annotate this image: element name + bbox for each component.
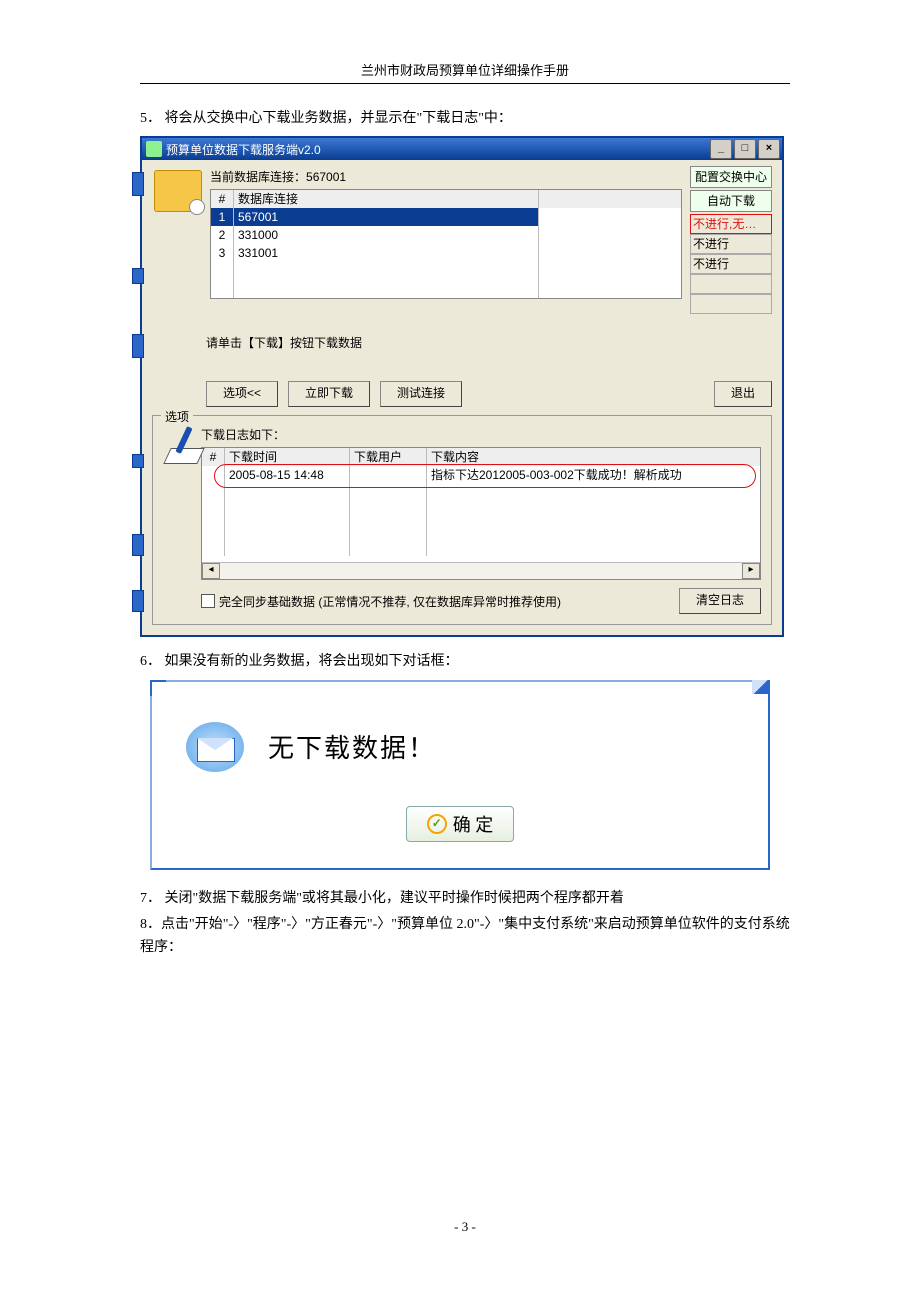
folder-icon	[154, 170, 202, 212]
groupbox-legend: 选项	[161, 408, 193, 425]
mail-icon	[186, 722, 244, 772]
prompt-text: 请单击【下载】按钮下载数据	[206, 334, 772, 351]
maximize-button[interactable]: □	[734, 139, 756, 159]
full-sync-checkbox[interactable]	[201, 594, 215, 608]
options-groupbox: 选项 下载日志如下： # 下载时间 下载用户 下载内容	[152, 415, 772, 625]
horizontal-scrollbar[interactable]: ◂ ▸	[202, 562, 760, 579]
list-item-7: 7． 关闭"数据下载服务端"或将其最小化，建议平时操作时候把两个程序都开着	[140, 888, 790, 910]
scroll-right-icon[interactable]: ▸	[742, 563, 760, 579]
edge-fragment	[132, 172, 144, 196]
minimize-button[interactable]: _	[710, 139, 732, 159]
log-icon	[163, 426, 193, 466]
clear-log-button[interactable]: 清空日志	[679, 588, 761, 614]
edge-fragment	[132, 454, 144, 468]
scroll-left-icon[interactable]: ◂	[202, 563, 220, 579]
edge-fragment	[132, 590, 144, 612]
log-title: 下载日志如下：	[201, 426, 761, 443]
app-window: 预算单位数据下载服务端v2.0 _ □ × 当前数据库连接：567001 # 数	[140, 136, 784, 637]
document-header: 兰州市财政局预算单位详细操作手册	[140, 60, 790, 84]
col-header-db: 数据库连接	[234, 190, 539, 208]
dialog-message: 无下载数据！	[268, 728, 436, 765]
log-table[interactable]: # 下载时间 下载用户 下载内容 2005-08-15 14:48	[201, 447, 761, 580]
ok-button-label: 确 定	[453, 811, 494, 837]
page-number: - 3 -	[140, 1219, 790, 1235]
auto-download-cell[interactable]: 不进行,无…	[690, 214, 772, 234]
configure-exchange-button[interactable]: 配置交换中心	[690, 166, 772, 188]
app-icon	[146, 141, 162, 157]
col-header-content: 下载内容	[427, 448, 760, 466]
dialog-corner-icon	[150, 680, 166, 696]
exit-button[interactable]: 退出	[714, 381, 772, 407]
col-header-time: 下载时间	[225, 448, 350, 466]
options-button[interactable]: 选项<<	[206, 381, 278, 407]
current-connection-label: 当前数据库连接：567001	[210, 168, 682, 185]
window-title: 预算单位数据下载服务端v2.0	[166, 141, 710, 158]
col-header-num: #	[202, 448, 225, 466]
table-row[interactable]: 2 331000	[211, 226, 681, 244]
table-row[interactable]: 1 567001	[211, 208, 681, 226]
download-now-button[interactable]: 立即下载	[288, 381, 370, 407]
list-item-6: 6． 如果没有新的业务数据，将会出现如下对话框：	[140, 651, 790, 673]
edge-fragment	[132, 268, 144, 284]
full-sync-label: 完全同步基础数据 (正常情况不推荐, 仅在数据库异常时推荐使用)	[219, 593, 561, 610]
ok-button[interactable]: ✓ 确 定	[406, 806, 515, 842]
auto-download-cell[interactable]: 不进行	[690, 254, 772, 274]
window-titlebar: 预算单位数据下载服务端v2.0 _ □ ×	[142, 138, 782, 160]
edge-fragment	[132, 534, 144, 556]
check-icon: ✓	[427, 814, 447, 834]
col-header-num: #	[211, 190, 234, 208]
auto-download-cell[interactable]: 不进行	[690, 234, 772, 254]
table-row[interactable]: 3 331001	[211, 244, 681, 262]
connection-table[interactable]: # 数据库连接 1 567001 2 331000 3	[210, 189, 682, 299]
table-row[interactable]: 2005-08-15 14:48 指标下达2012005-003-002下载成功…	[202, 466, 760, 484]
auto-download-cell[interactable]	[690, 274, 772, 294]
edge-fragment	[132, 334, 144, 358]
auto-download-cell[interactable]	[690, 294, 772, 314]
close-button[interactable]: ×	[758, 139, 780, 159]
message-dialog: 无下载数据！ ✓ 确 定	[150, 680, 770, 870]
auto-download-header: 自动下载	[690, 190, 772, 212]
list-item-8: 8．点击"开始"-〉"程序"-〉"方正春元"-〉"预算单位 2.0"-〉"集中支…	[140, 914, 790, 959]
test-connection-button[interactable]: 测试连接	[380, 381, 462, 407]
list-item-5: 5． 将会从交换中心下载业务数据，并显示在"下载日志"中：	[140, 108, 790, 130]
col-header-user: 下载用户	[350, 448, 427, 466]
